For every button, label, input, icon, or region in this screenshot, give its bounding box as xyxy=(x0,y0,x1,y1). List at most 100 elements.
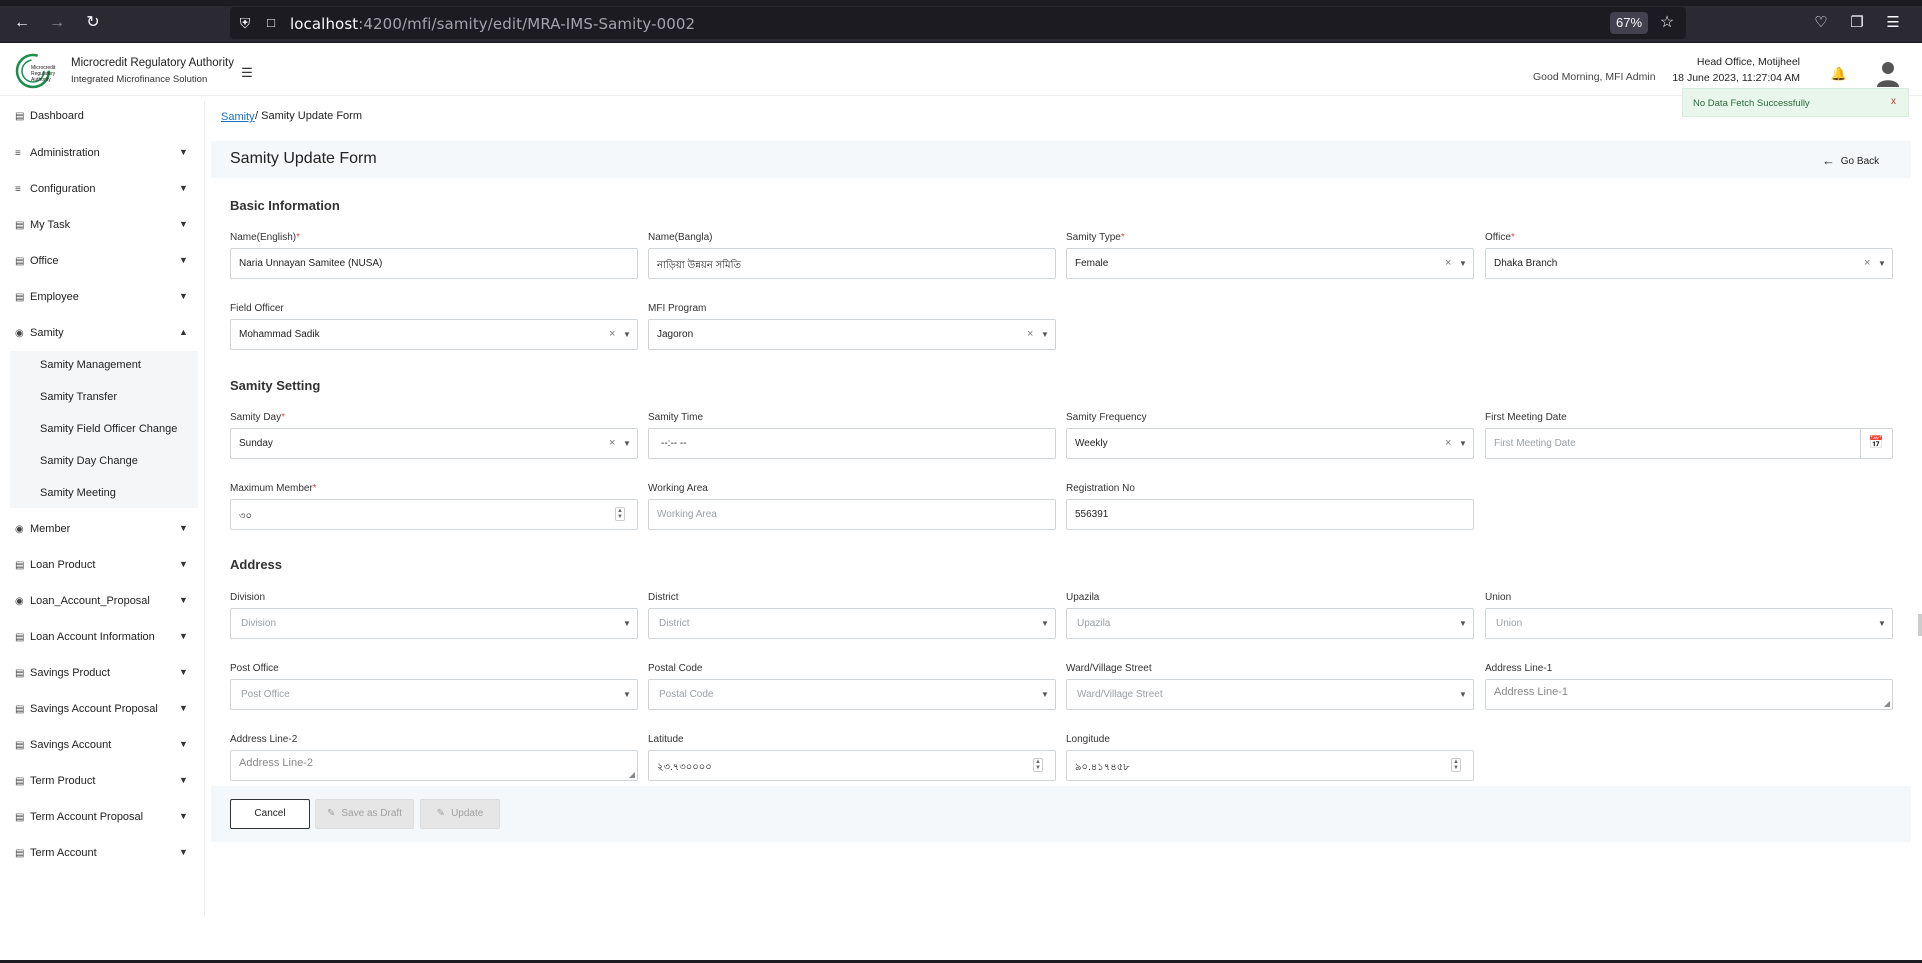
calendar-icon[interactable]: 📅 xyxy=(1867,435,1885,453)
clear-icon[interactable]: × xyxy=(1445,257,1451,269)
group-icon: ◉ xyxy=(15,596,24,607)
menu-icon[interactable]: ☰ xyxy=(1881,11,1905,35)
sidebar-item-configuration[interactable]: ≡ Configuration ▼ xyxy=(15,183,195,203)
sidebar-item-loan-product[interactable]: ▤ Loan Product ▼ xyxy=(15,559,195,579)
office-select[interactable]: Dhaka Branch × ▼ xyxy=(1485,248,1893,279)
page-icon[interactable]: □ xyxy=(262,14,280,32)
caret-down-icon[interactable]: ▼ xyxy=(1041,619,1049,628)
chevron-down-icon: ▼ xyxy=(179,559,188,569)
registration-no-input[interactable]: 556391 xyxy=(1066,499,1474,530)
mfi-program-select[interactable]: Jagoron × ▼ xyxy=(648,319,1056,350)
forward-arrow-icon[interactable]: → xyxy=(45,11,69,35)
cancel-button[interactable]: Cancel xyxy=(230,799,310,829)
label-samity-type: Samity Type xyxy=(1066,232,1121,243)
sidebar-item-dashboard[interactable]: ▤ Dashboard xyxy=(15,110,195,130)
caret-down-icon[interactable]: ▼ xyxy=(1459,259,1467,268)
clear-icon[interactable]: × xyxy=(1027,328,1033,340)
upazila-select[interactable]: Upazila ▼ xyxy=(1066,608,1474,639)
sidebar-item-loan-account-proposal[interactable]: ◉ Loan_Account_Proposal ▼ xyxy=(15,595,195,615)
reload-icon[interactable]: ↻ xyxy=(81,11,105,35)
name-bangla-input[interactable]: নাড়িয়া উন্নয়ন সমিতি xyxy=(648,248,1056,279)
maximum-member-input[interactable]: ৩০ ▲ ▼ xyxy=(230,499,638,530)
sidebar-item-office[interactable]: ▤ Office ▼ xyxy=(15,255,195,275)
samity-frequency-select[interactable]: Weekly × ▼ xyxy=(1066,428,1474,459)
pocket-icon[interactable]: ♡ xyxy=(1809,11,1833,35)
clear-icon[interactable]: × xyxy=(609,437,615,449)
sidebar-item-loan-account-information[interactable]: ▤ Loan Account Information ▼ xyxy=(15,631,195,651)
caret-down-icon[interactable]: ▼ xyxy=(1459,439,1467,448)
name-english-input[interactable]: Naria Unnayan Samitee (NUSA) xyxy=(230,248,638,279)
resize-handle-icon[interactable]: ◢ xyxy=(629,770,635,779)
samity-day-select[interactable]: Sunday × ▼ xyxy=(230,428,638,459)
caret-down-icon[interactable]: ▼ xyxy=(1041,690,1049,699)
bell-icon[interactable]: 🔔 xyxy=(1830,66,1848,84)
caret-down-icon[interactable]: ▼ xyxy=(623,330,631,339)
submenu-item-samity-field-officer-change[interactable]: Samity Field Officer Change xyxy=(40,423,177,435)
caret-down-icon[interactable]: ▼ xyxy=(623,690,631,699)
sidebar-item-my-task[interactable]: ▤ My Task ▼ xyxy=(15,219,195,239)
address-line-2-textarea[interactable]: Address Line-2 ◢ xyxy=(230,750,638,781)
clear-icon[interactable]: × xyxy=(1864,257,1870,269)
label-mfi-program: MFI Program xyxy=(648,303,707,314)
resize-handle-icon[interactable]: ◢ xyxy=(1884,699,1890,708)
sidebar-item-administration[interactable]: ≡ Administration ▼ xyxy=(15,147,195,167)
shield-icon[interactable]: ⛨ xyxy=(236,14,254,32)
zoom-level[interactable]: 67% xyxy=(1610,12,1648,34)
url-text[interactable]: localhost:4200/mfi/samity/edit/MRA-IMS-S… xyxy=(290,15,695,33)
caret-down-icon[interactable]: ▼ xyxy=(623,439,631,448)
clear-icon[interactable]: × xyxy=(1445,437,1451,449)
scrollbar[interactable] xyxy=(1918,614,1922,636)
division-select[interactable]: Division ▼ xyxy=(230,608,638,639)
samity-type-select[interactable]: Female × ▼ xyxy=(1066,248,1474,279)
caret-down-icon[interactable]: ▼ xyxy=(1459,619,1467,628)
number-spinner-icon[interactable]: ▲ ▼ xyxy=(1033,758,1043,772)
sidebar-item-label: Office xyxy=(30,255,59,267)
extensions-icon[interactable]: ❐ xyxy=(1845,11,1869,35)
submenu-item-samity-day-change[interactable]: Samity Day Change xyxy=(40,455,138,467)
caret-down-icon[interactable]: ▼ xyxy=(623,619,631,628)
address-line-1-textarea[interactable]: Address Line-1 ◢ xyxy=(1485,679,1893,710)
sidebar-item-member[interactable]: ◉ Member ▼ xyxy=(15,523,195,543)
post-office-select[interactable]: Post Office ▼ xyxy=(230,679,638,710)
go-back-button[interactable]: ← Go Back xyxy=(1822,152,1879,168)
bookmark-star-icon[interactable]: ☆ xyxy=(1656,12,1678,34)
union-select[interactable]: Union ▼ xyxy=(1485,608,1893,639)
postal-code-select[interactable]: Postal Code ▼ xyxy=(648,679,1056,710)
ward-village-street-select[interactable]: Ward/Village Street ▼ xyxy=(1066,679,1474,710)
breadcrumb-link-samity[interactable]: Samity xyxy=(221,111,255,123)
sidebar-item-employee[interactable]: ▤ Employee ▼ xyxy=(15,291,195,311)
sidebar-item-savings-account-proposal[interactable]: ▤ Savings Account Proposal ▼ xyxy=(15,703,195,723)
save-as-draft-button[interactable]: ✎ Save as Draft xyxy=(315,799,414,829)
sidebar-item-savings-account[interactable]: ▤ Savings Account ▼ xyxy=(15,739,195,759)
submenu-item-samity-transfer[interactable]: Samity Transfer xyxy=(40,391,117,403)
update-button[interactable]: ✎ Update xyxy=(420,799,500,829)
number-spinner-icon[interactable]: ▲ ▼ xyxy=(1451,758,1461,772)
back-arrow-icon[interactable]: ← xyxy=(10,11,34,35)
avatar[interactable] xyxy=(1876,60,1900,88)
clear-icon[interactable]: × xyxy=(609,328,615,340)
sidebar-item-samity[interactable]: ◉ Samity ▲ xyxy=(15,327,195,347)
district-select[interactable]: District ▼ xyxy=(648,608,1056,639)
sidebar-toggle-icon[interactable]: ☰ xyxy=(240,66,254,80)
longitude-input[interactable]: ৯০.৪১৭৪৫৮ ▲ ▼ xyxy=(1066,750,1474,781)
latitude-input[interactable]: ২৩.৭৩০০০০ ▲ ▼ xyxy=(648,750,1056,781)
caret-down-icon[interactable]: ▼ xyxy=(1878,619,1886,628)
number-spinner-icon[interactable]: ▲ ▼ xyxy=(615,507,625,521)
samity-time-input[interactable]: --:-- -- xyxy=(648,428,1056,459)
address-bar[interactable]: ⛨ □ localhost:4200/mfi/samity/edit/MRA-I… xyxy=(230,7,1686,39)
input-value: ৩০ xyxy=(239,511,253,522)
field-officer-select[interactable]: Mohammad Sadik × ▼ xyxy=(230,319,638,350)
toast-close-icon[interactable]: x xyxy=(1891,96,1896,107)
working-area-input[interactable]: Working Area xyxy=(648,499,1056,530)
submenu-item-samity-meeting[interactable]: Samity Meeting xyxy=(40,487,116,499)
caret-down-icon[interactable]: ▼ xyxy=(1041,330,1049,339)
first-meeting-date-input[interactable]: First Meeting Date 📅 xyxy=(1485,428,1893,459)
caret-down-icon[interactable]: ▼ xyxy=(1459,690,1467,699)
submenu-item-samity-management[interactable]: Samity Management xyxy=(40,359,141,371)
sidebar-item-term-account-proposal[interactable]: ▤ Term Account Proposal ▼ xyxy=(15,811,195,831)
sidebar-item-term-product[interactable]: ▤ Term Product ▼ xyxy=(15,775,195,795)
sidebar-item-term-account[interactable]: ▤ Term Account ▼ xyxy=(15,847,195,867)
input-value: নাড়িয়া উন্নয়ন সমিতি xyxy=(657,260,741,271)
sidebar-item-savings-product[interactable]: ▤ Savings Product ▼ xyxy=(15,667,195,687)
caret-down-icon[interactable]: ▼ xyxy=(1878,259,1886,268)
